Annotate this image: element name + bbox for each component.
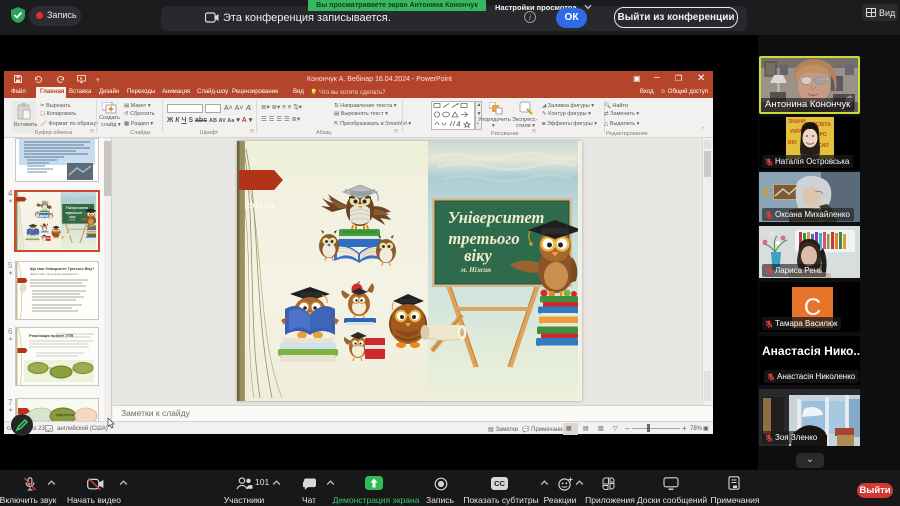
svg-text:Який саме і як працює універси: Який саме і як працює університет... xyxy=(30,272,80,276)
svg-text:Університет: Університет xyxy=(65,206,88,210)
svg-text:ВІН: ВІН xyxy=(788,140,797,146)
svg-text:Що таке Університет Третього В: Що таке Університет Третього Віку? xyxy=(30,267,94,271)
svg-text:факультети: факультети xyxy=(56,413,74,417)
svg-text:віку: віку xyxy=(464,246,492,265)
svg-text:віку: віку xyxy=(69,215,76,219)
svg-text:третього: третього xyxy=(66,211,83,215)
svg-text:Університет: Університет xyxy=(448,208,545,227)
svg-text:ЗНАНН: ЗНАНН xyxy=(788,119,806,125)
svg-text:2018 рік: 2018 рік xyxy=(246,201,275,210)
svg-text:м. Ніжин: м. Ніжин xyxy=(460,266,491,274)
